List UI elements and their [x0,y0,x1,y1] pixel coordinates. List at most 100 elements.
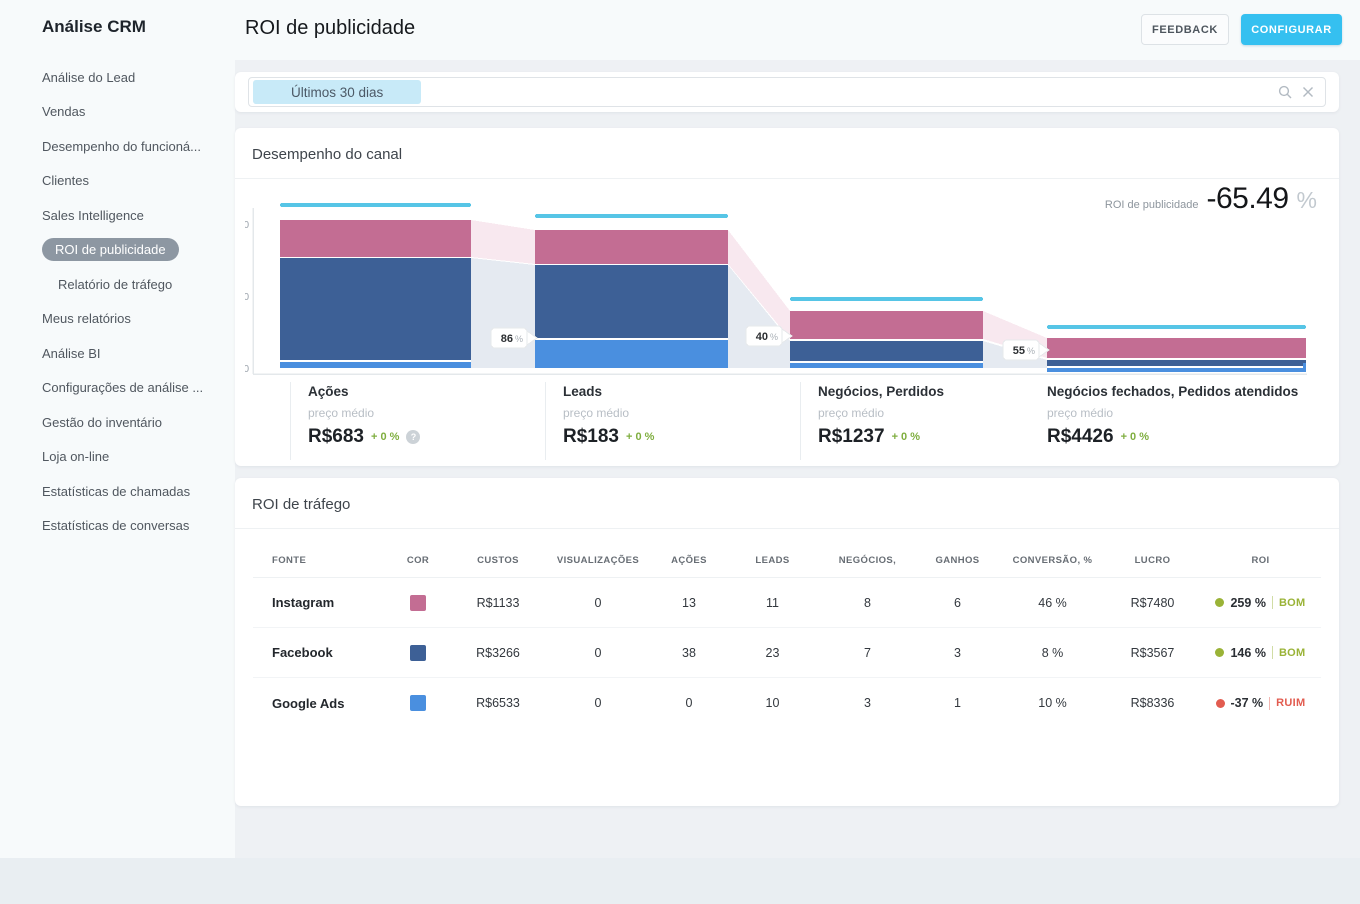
cell-custos: R$6533 [453,696,543,710]
cell-acoes: 0 [653,696,725,710]
sidebar-item-analise-do-lead[interactable]: Análise do Lead [0,60,235,95]
bar-acoes-cap [280,203,471,207]
status-separator [1272,646,1273,659]
status-badge: BOM [1279,647,1306,659]
search-icon[interactable] [1278,85,1292,99]
cell-negocios: 3 [820,696,915,710]
stage-label-leads: Leads preço médio R$183 + 0 % [545,382,795,460]
bar-negocios-googleads[interactable] [790,363,983,368]
sidebar-item-loja-online[interactable]: Loja on-line [0,440,235,475]
traffic-table: FONTE COR CUSTOS VISUALIZAÇÕES AÇÕES LEA… [253,544,1321,728]
bar-acoes-instagram[interactable] [280,220,471,257]
cell-leads: 23 [725,646,820,660]
col-header-fonte: FONTE [253,555,383,566]
cell-conversao: 8 % [1000,646,1105,660]
svg-text:55: 55 [1013,345,1025,357]
cell-conversao: 10 % [1000,696,1105,710]
cell-negocios: 8 [820,596,915,610]
divider [235,178,1339,179]
stage-label-acoes: Ações preço médio R$683 + 0 % ? [290,382,540,460]
color-swatch [410,695,426,711]
sidebar-item-estatisticas-conversas[interactable]: Estatísticas de conversas [0,509,235,544]
stage-delta: + 0 % [626,431,654,443]
source-name: Facebook [253,645,383,660]
configure-button[interactable]: CONFIGURAR [1241,14,1342,45]
axis-end-tick [1303,363,1306,370]
status-separator [1269,697,1270,710]
stage-price: R$1237 [818,426,885,448]
col-header-roi: ROI [1200,555,1321,566]
sidebar-item-configuracoes[interactable]: Configurações de análise ... [0,371,235,406]
table-row-google-ads[interactable]: Google Ads R$6533 0 0 10 3 1 10 % R$8336… [253,678,1321,728]
col-header-negocios: NEGÓCIOS, [820,555,915,566]
cell-roi: 146 % BOM [1200,646,1321,660]
sidebar-item-clientes[interactable]: Clientes [0,164,235,199]
stage-price: R$4426 [1047,426,1114,448]
svg-text:%: % [1027,346,1035,356]
sidebar-item-desempenho[interactable]: Desempenho do funcioná... [0,129,235,164]
col-header-conversao: CONVERSÃO, % [1000,555,1105,566]
svg-text:40: 40 [756,331,768,343]
source-name: Google Ads [253,696,383,711]
sidebar-menu: Análise do Lead Vendas Desempenho do fun… [0,60,235,543]
bar-fechados-instagram[interactable] [1047,338,1306,358]
col-header-custos: CUSTOS [453,555,543,566]
selected-item-pill: ROI de publicidade [42,238,179,261]
bar-leads-googleads[interactable] [535,340,728,368]
clear-filter-icon[interactable] [1301,85,1315,99]
bar-negocios-cap [790,297,983,301]
bar-fechados-googleads[interactable] [1047,368,1306,372]
sidebar-item-roi-publicidade[interactable]: ROI de publicidade [0,233,235,268]
y-tick-2: 0 [245,292,249,303]
bar-leads-facebook[interactable] [535,265,728,338]
status-separator [1272,596,1273,609]
stage-price: R$183 [563,426,619,448]
cell-conversao: 46 % [1000,596,1105,610]
cell-negocios: 7 [820,646,915,660]
bar-acoes-googleads[interactable] [280,362,471,368]
sidebar-item-gestao-inventario[interactable]: Gestão do inventário [0,405,235,440]
cell-lucro: R$7480 [1105,596,1200,610]
cell-lucro: R$8336 [1105,696,1200,710]
sidebar-item-estatisticas-chamadas[interactable]: Estatísticas de chamadas [0,474,235,509]
cell-acoes: 38 [653,646,725,660]
col-header-visualizacoes: VISUALIZAÇÕES [543,555,653,566]
filter-search-input[interactable]: Últimos 30 dias [248,77,1326,107]
stage-label-negocios-fechados: Negócios fechados, Pedidos atendidos pre… [1030,382,1330,460]
roi-status-dot [1216,699,1225,708]
svg-text:%: % [770,332,778,342]
cell-roi: -37 % RUIM [1200,696,1321,710]
col-header-ganhos: GANHOS [915,555,1000,566]
cell-ganhos: 1 [915,696,1000,710]
feedback-button[interactable]: FEEDBACK [1141,14,1229,45]
bar-negocios-instagram[interactable] [790,311,983,339]
roi-status-dot [1215,648,1224,657]
table-row-facebook[interactable]: Facebook R$3266 0 38 23 7 3 8 % R$3567 1… [253,628,1321,678]
channel-performance-card: Desempenho do canal ROI de publicidade -… [235,128,1339,466]
sidebar-item-relatorio-trafego[interactable]: Relatório de tráfego [0,267,235,302]
bar-fechados-cap [1047,325,1306,329]
divider [235,528,1339,529]
table-header-row: FONTE COR CUSTOS VISUALIZAÇÕES AÇÕES LEA… [253,544,1321,578]
sidebar-item-meus-relatorios[interactable]: Meus relatórios [0,302,235,337]
sidebar-item-analise-bi[interactable]: Análise BI [0,336,235,371]
col-header-cor: COR [383,555,453,566]
channel-card-title: Desempenho do canal [252,146,402,163]
traffic-roi-card: ROI de tráfego FONTE COR CUSTOS VISUALIZ… [235,478,1339,806]
cell-lucro: R$3567 [1105,646,1200,660]
info-icon[interactable]: ? [406,430,420,444]
stage-delta: + 0 % [1121,431,1149,443]
bar-leads-instagram[interactable] [535,230,728,264]
ribbon-pink-1 [471,220,535,264]
table-row-instagram[interactable]: Instagram R$1133 0 13 11 8 6 46 % R$7480… [253,578,1321,628]
filter-tag-periodo[interactable]: Últimos 30 dias [253,80,421,104]
filter-card: Últimos 30 dias [235,72,1339,112]
bar-negocios-facebook[interactable] [790,341,983,361]
sidebar-item-vendas[interactable]: Vendas [0,95,235,130]
cell-ganhos: 3 [915,646,1000,660]
stage-price: R$683 [308,426,364,448]
cell-visualizacoes: 0 [543,596,653,610]
bar-fechados-facebook[interactable] [1047,360,1306,366]
sidebar-item-sales-intelligence[interactable]: Sales Intelligence [0,198,235,233]
bar-acoes-facebook[interactable] [280,258,471,360]
